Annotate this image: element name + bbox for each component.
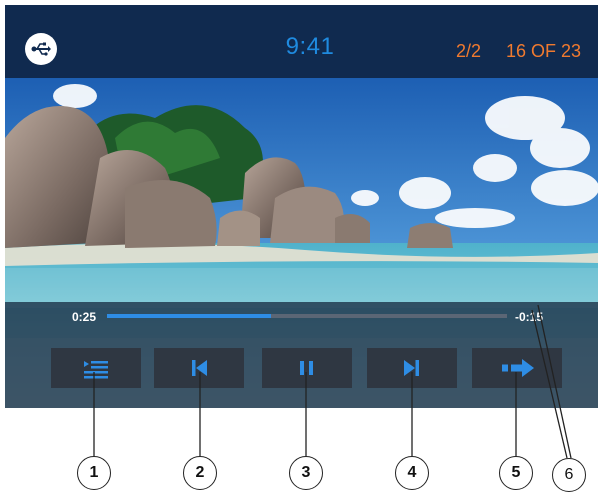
progress-bar-fill (107, 314, 271, 318)
folder-count: 2/2 (456, 41, 482, 61)
callout-1: 1 (77, 456, 111, 490)
media-player-screen: 9:41 2/2 16 OF 23 0:25 -0:15 (5, 5, 598, 408)
pause-icon (300, 361, 313, 375)
track-count: 16 OF 23 (506, 41, 582, 61)
remaining-time: -0:15 (515, 310, 544, 324)
callout-2: 2 (183, 456, 217, 490)
elapsed-time: 0:25 (72, 310, 97, 324)
callout-3: 3 (289, 456, 323, 490)
usb-source-button[interactable] (25, 33, 57, 65)
progress-bar[interactable] (107, 314, 507, 318)
callout-5: 5 (499, 456, 533, 490)
skip-previous-icon (192, 360, 207, 376)
repeat-button[interactable] (472, 348, 562, 388)
skip-next-icon (404, 360, 419, 376)
callout-6: 6 (552, 458, 586, 492)
previous-track-button[interactable] (154, 348, 244, 388)
repeat-arrow-icon (502, 359, 534, 377)
playlist-button[interactable] (51, 348, 141, 388)
playlist-icon (84, 361, 108, 379)
next-track-button[interactable] (367, 348, 457, 388)
status-bar: 9:41 2/2 16 OF 23 (5, 5, 598, 78)
callout-4: 4 (395, 456, 429, 490)
pause-button[interactable] (262, 348, 352, 388)
usb-icon (31, 42, 51, 56)
clock: 9:41 (285, 33, 335, 60)
